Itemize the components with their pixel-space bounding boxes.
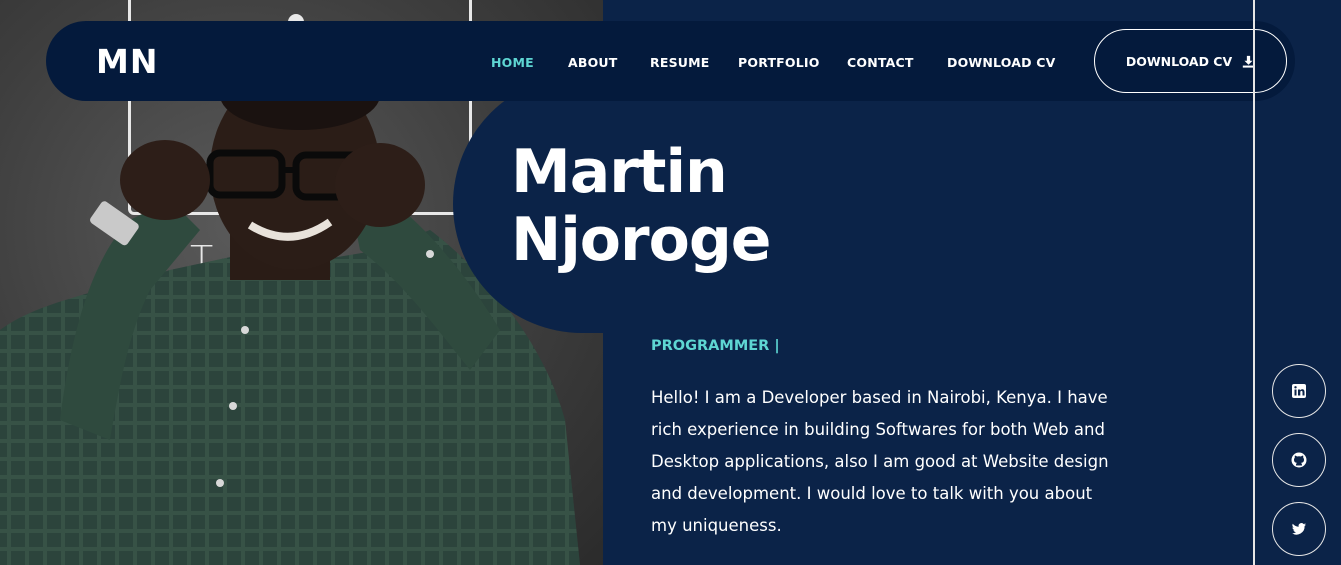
hero-last-name: Njoroge xyxy=(511,205,771,275)
linkedin-icon xyxy=(1292,384,1306,398)
github-icon xyxy=(1291,452,1307,468)
hero-first-name: Martin xyxy=(511,137,728,207)
nav-contact[interactable]: CONTACT xyxy=(847,55,914,70)
twitter-link[interactable] xyxy=(1272,502,1326,556)
vertical-divider xyxy=(1253,0,1255,565)
linkedin-link[interactable] xyxy=(1272,364,1326,418)
logo[interactable]: MN xyxy=(96,42,158,81)
github-link[interactable] xyxy=(1272,433,1326,487)
hero-role: PROGRAMMER | xyxy=(651,338,780,354)
download-cv-button[interactable]: DOWNLOAD CV xyxy=(1094,29,1287,93)
nav-resume[interactable]: RESUME xyxy=(650,55,710,70)
download-cv-label: DOWNLOAD CV xyxy=(1125,53,1233,69)
hero-bio: Hello! I am a Developer based in Nairobi… xyxy=(651,388,1109,535)
page: TE Y xyxy=(0,0,1341,565)
nav-home[interactable]: HOME xyxy=(491,55,534,70)
twitter-icon xyxy=(1292,523,1306,535)
nav-about[interactable]: ABOUT xyxy=(568,55,618,70)
nav-portfolio[interactable]: PORTFOLIO xyxy=(738,55,820,70)
nav-download-cv[interactable]: DOWNLOAD CV xyxy=(947,55,1056,70)
